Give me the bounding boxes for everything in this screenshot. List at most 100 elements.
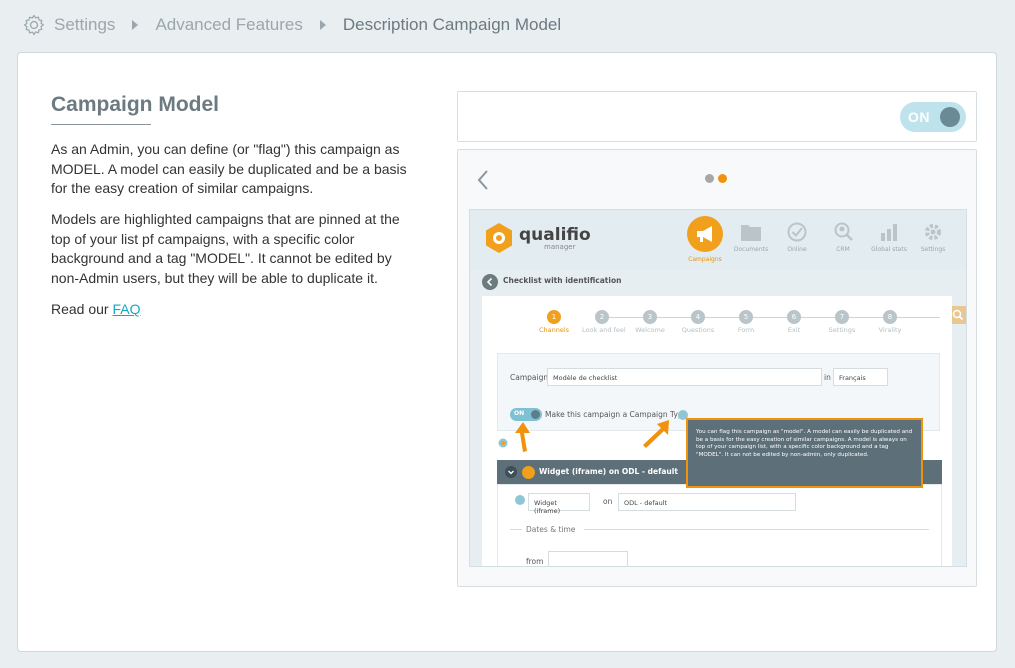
arrow-icon bbox=[643, 420, 669, 448]
chevron-down-icon bbox=[505, 466, 517, 478]
content-card: Campaign Model As an Admin, you can defi… bbox=[17, 52, 997, 652]
nav-global-stats: Global stats bbox=[866, 222, 912, 253]
campaign-panel: 1 Channels 2 Look and feel 3 Welcome 4 Quest… bbox=[482, 296, 952, 566]
toggle-knob bbox=[940, 107, 960, 127]
step-label: Virality bbox=[878, 326, 902, 334]
arrow-icon bbox=[515, 422, 530, 452]
slider-dot[interactable] bbox=[705, 174, 714, 183]
toggle-label: ON bbox=[514, 410, 525, 417]
step-label: Welcome bbox=[635, 326, 665, 334]
widget-body: Widget (iframe) on ODL - default Dates &… bbox=[497, 484, 942, 566]
tooltip: You can flag this campaign as "model". A… bbox=[686, 418, 923, 488]
chevron-right-icon bbox=[132, 20, 139, 30]
on-label: on bbox=[603, 497, 613, 506]
screenshot-image: qualifio manager Campaigns Documents Onl… bbox=[469, 209, 967, 567]
megaphone-icon bbox=[687, 216, 723, 252]
step-channels: 1 Channels bbox=[534, 310, 574, 334]
check-circle-icon bbox=[787, 222, 807, 242]
nav-label: Online bbox=[787, 246, 807, 253]
step-number: 1 bbox=[547, 310, 561, 324]
step-number: 7 bbox=[835, 310, 849, 324]
breadcrumb: Settings Advanced Features Description C… bbox=[22, 12, 561, 38]
folder-icon bbox=[741, 225, 761, 241]
faq-link[interactable]: FAQ bbox=[112, 301, 140, 317]
step-label: Exit bbox=[787, 326, 801, 334]
page-title: Campaign Model bbox=[51, 93, 220, 116]
feature-toggle-box: ON bbox=[457, 91, 977, 142]
nav-documents: Documents bbox=[728, 222, 774, 253]
toggle-label: ON bbox=[908, 109, 930, 125]
gear-icon[interactable] bbox=[22, 13, 46, 37]
description-paragraph: As an Admin, you can define (or "flag") … bbox=[51, 141, 407, 196]
breadcrumb-settings[interactable]: Settings bbox=[54, 15, 115, 35]
step-label: Channels bbox=[538, 326, 570, 334]
step-number: 3 bbox=[643, 310, 657, 324]
date-from-input bbox=[548, 551, 628, 566]
step-label: Look and feel bbox=[582, 326, 626, 334]
step-number: 6 bbox=[787, 310, 801, 324]
nav-campaigns: Campaigns bbox=[682, 216, 728, 263]
campaign-model-toggle[interactable]: ON bbox=[900, 102, 966, 132]
step-label: Settings bbox=[828, 326, 856, 334]
from-label: from bbox=[526, 557, 544, 566]
code-icon bbox=[522, 466, 535, 479]
divider bbox=[584, 529, 929, 530]
dates-label: Dates & time bbox=[526, 525, 576, 534]
help-icon bbox=[515, 495, 525, 505]
nav-label: Documents bbox=[733, 246, 769, 253]
qualifio-logo-icon bbox=[486, 223, 512, 253]
step-number: 4 bbox=[691, 310, 705, 324]
nav-label: Settings bbox=[920, 246, 946, 253]
nav-settings: Settings bbox=[910, 222, 956, 253]
step-number: 2 bbox=[595, 310, 609, 324]
nav-label: CRM bbox=[836, 246, 850, 253]
step-label: Form bbox=[737, 326, 755, 334]
in-label: in bbox=[824, 373, 831, 382]
faq-paragraph: Read our FAQ bbox=[51, 300, 421, 320]
back-icon bbox=[482, 274, 498, 290]
step-exit: 6 Exit bbox=[774, 310, 814, 334]
breadcrumb-current-page: Description Campaign Model bbox=[342, 15, 562, 34]
step-questions: 4 Questions bbox=[678, 310, 718, 334]
step-look-and-feel: 2 Look and feel bbox=[582, 310, 626, 334]
odl-select: ODL - default bbox=[618, 493, 796, 511]
logo-text: qualifio bbox=[519, 225, 591, 245]
toggle-knob bbox=[531, 410, 540, 419]
slider-dots bbox=[705, 174, 727, 183]
read-prefix: Read our bbox=[51, 301, 113, 317]
gear-icon bbox=[925, 224, 941, 240]
language-select: Français bbox=[833, 368, 888, 386]
search-tab bbox=[950, 306, 966, 324]
breadcrumb-advanced-features[interactable]: Advanced Features bbox=[155, 15, 302, 35]
nav-label: Campaigns bbox=[688, 256, 722, 263]
title-underline bbox=[51, 124, 151, 125]
slider-dot-active[interactable] bbox=[718, 174, 727, 183]
step-settings: 7 Settings bbox=[822, 310, 862, 334]
nav-label: Global stats bbox=[871, 246, 907, 253]
user-search-icon bbox=[834, 222, 853, 241]
step-number: 8 bbox=[883, 310, 897, 324]
step-label: Questions bbox=[681, 326, 715, 334]
app-header: qualifio manager Campaigns Documents Onl… bbox=[470, 210, 966, 270]
description-paragraph: Models are highlighted campaigns that ar… bbox=[51, 211, 400, 286]
lightbulb-icon bbox=[498, 438, 508, 448]
campaign-subbar: Checklist with identification bbox=[470, 272, 966, 292]
nav-online: Online bbox=[774, 222, 820, 253]
campaign-subtitle: Checklist with identification bbox=[503, 276, 622, 285]
divider bbox=[510, 529, 522, 530]
step-virality: 8 Virality bbox=[870, 310, 910, 334]
widget-title: Widget (iframe) on ODL - default bbox=[539, 467, 678, 476]
nav-crm: CRM bbox=[820, 222, 866, 253]
bar-chart-icon bbox=[881, 224, 897, 241]
step-number: 5 bbox=[739, 310, 753, 324]
campaign-name-input: Modèle de checklist bbox=[547, 368, 822, 386]
widget-type-select: Widget (iframe) bbox=[528, 493, 590, 515]
chevron-right-icon bbox=[319, 20, 326, 30]
step-welcome: 3 Welcome bbox=[630, 310, 670, 334]
chevron-left-icon[interactable] bbox=[472, 168, 496, 192]
step-form: 5 Form bbox=[726, 310, 766, 334]
search-icon bbox=[952, 309, 964, 321]
image-slider: qualifio manager Campaigns Documents Onl… bbox=[457, 149, 977, 587]
campaign-label: Campaign bbox=[510, 373, 549, 382]
logo-subtext: manager bbox=[544, 243, 576, 251]
